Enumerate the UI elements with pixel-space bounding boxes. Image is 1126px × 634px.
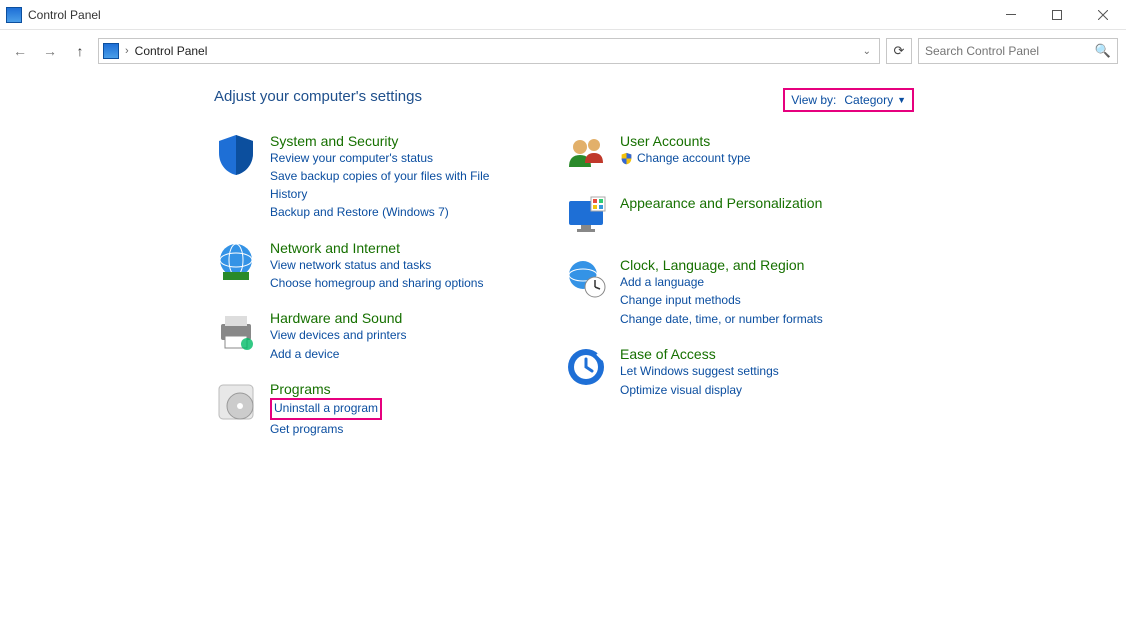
back-button[interactable]: ← [8, 39, 32, 63]
page-heading: Adjust your computer's settings [214, 88, 422, 105]
breadcrumb-sep-icon: › [125, 45, 129, 57]
link-devices-printers[interactable]: View devices and printers [270, 327, 407, 344]
titlebar: Control Panel [0, 0, 1126, 30]
category-title-network[interactable]: Network and Internet [270, 240, 483, 256]
titlebar-left: Control Panel [0, 7, 101, 23]
link-homegroup[interactable]: Choose homegroup and sharing options [270, 275, 483, 292]
view-by-value-text: Category [844, 93, 893, 107]
link-uninstall-program[interactable]: Uninstall a program [270, 398, 382, 419]
category-body: Programs Uninstall a program Get program… [270, 381, 382, 438]
search-input[interactable] [925, 44, 1085, 58]
category-system-security: System and Security Review your computer… [214, 133, 504, 222]
content-area: Adjust your computer's settings View by:… [0, 68, 1126, 438]
category-title-ease-access[interactable]: Ease of Access [620, 346, 779, 362]
search-icon[interactable]: 🔍 [1095, 43, 1111, 59]
category-title-appearance[interactable]: Appearance and Personalization [620, 195, 822, 211]
category-columns: System and Security Review your computer… [214, 133, 1126, 438]
close-icon [1098, 10, 1108, 20]
category-network-internet: Network and Internet View network status… [214, 240, 504, 293]
ease-of-access-icon [564, 346, 608, 390]
view-by-selector[interactable]: View by: Category ▼ [783, 88, 914, 112]
control-panel-chip-icon [103, 43, 119, 59]
link-change-account-type[interactable]: Change account type [620, 150, 750, 167]
breadcrumb[interactable]: Control Panel [135, 44, 208, 58]
category-appearance-personalization: Appearance and Personalization [564, 195, 854, 239]
globe-icon [214, 240, 258, 284]
view-by-label: View by: [791, 93, 836, 107]
back-arrow-icon: ← [13, 43, 27, 59]
view-by-value[interactable]: Category ▼ [844, 93, 906, 107]
window-controls [988, 0, 1126, 30]
minimize-button[interactable] [988, 0, 1034, 30]
clock-globe-icon [564, 257, 608, 301]
category-title-clock[interactable]: Clock, Language, and Region [620, 257, 823, 273]
link-change-account-type-text: Change account type [637, 150, 750, 167]
maximize-button[interactable] [1034, 0, 1080, 30]
forward-arrow-icon: → [43, 43, 57, 59]
category-title-hardware[interactable]: Hardware and Sound [270, 310, 407, 326]
link-optimize-display[interactable]: Optimize visual display [620, 382, 779, 399]
up-button[interactable]: ↑ [68, 39, 92, 63]
address-bar[interactable]: › Control Panel ⌄ [98, 38, 880, 64]
control-panel-icon [6, 7, 22, 23]
link-date-formats[interactable]: Change date, time, or number formats [620, 311, 823, 328]
link-network-status[interactable]: View network status and tasks [270, 257, 483, 274]
category-user-accounts: User Accounts Change account type [564, 133, 854, 177]
heading-row: Adjust your computer's settings View by:… [214, 88, 914, 133]
link-get-programs[interactable]: Get programs [270, 421, 382, 438]
category-clock-language-region: Clock, Language, and Region Add a langua… [564, 257, 854, 328]
category-body: Hardware and Sound View devices and prin… [270, 310, 407, 363]
category-body: Network and Internet View network status… [270, 240, 483, 293]
link-file-history[interactable]: Save backup copies of your files with Fi… [270, 168, 504, 203]
category-title-system-security[interactable]: System and Security [270, 133, 504, 149]
monitor-icon [564, 195, 608, 239]
window-title: Control Panel [28, 8, 101, 22]
search-bar[interactable]: 🔍 [918, 38, 1118, 64]
people-icon [564, 133, 608, 177]
category-body: Clock, Language, and Region Add a langua… [620, 257, 823, 328]
link-suggest-settings[interactable]: Let Windows suggest settings [620, 363, 779, 380]
chevron-down-icon: ▼ [897, 95, 906, 105]
disc-icon [214, 381, 258, 425]
forward-button[interactable]: → [38, 39, 62, 63]
left-column: System and Security Review your computer… [214, 133, 504, 438]
link-backup-restore[interactable]: Backup and Restore (Windows 7) [270, 204, 504, 221]
address-dropdown-icon[interactable]: ⌄ [859, 46, 875, 57]
shield-icon [214, 133, 258, 177]
navigation-row: ← → ↑ › Control Panel ⌄ ⟳ 🔍 [0, 34, 1126, 68]
refresh-button[interactable]: ⟳ [886, 38, 912, 64]
category-ease-of-access: Ease of Access Let Windows suggest setti… [564, 346, 854, 399]
close-button[interactable] [1080, 0, 1126, 30]
category-body: Ease of Access Let Windows suggest setti… [620, 346, 779, 399]
category-programs: Programs Uninstall a program Get program… [214, 381, 504, 438]
link-add-language[interactable]: Add a language [620, 274, 823, 291]
link-add-device[interactable]: Add a device [270, 346, 407, 363]
category-body: User Accounts Change account type [620, 133, 750, 177]
uac-shield-icon [620, 152, 633, 165]
printer-icon [214, 310, 258, 354]
category-title-programs[interactable]: Programs [270, 381, 382, 397]
category-body: System and Security Review your computer… [270, 133, 504, 222]
up-arrow-icon: ↑ [77, 43, 84, 59]
link-input-methods[interactable]: Change input methods [620, 292, 823, 309]
category-body: Appearance and Personalization [620, 195, 822, 239]
right-column: User Accounts Change account type Appear… [564, 133, 854, 438]
maximize-icon [1052, 10, 1062, 20]
category-hardware-sound: Hardware and Sound View devices and prin… [214, 310, 504, 363]
refresh-icon: ⟳ [894, 43, 905, 59]
link-review-status[interactable]: Review your computer's status [270, 150, 504, 167]
minimize-icon [1006, 14, 1016, 15]
category-title-user-accounts[interactable]: User Accounts [620, 133, 750, 149]
